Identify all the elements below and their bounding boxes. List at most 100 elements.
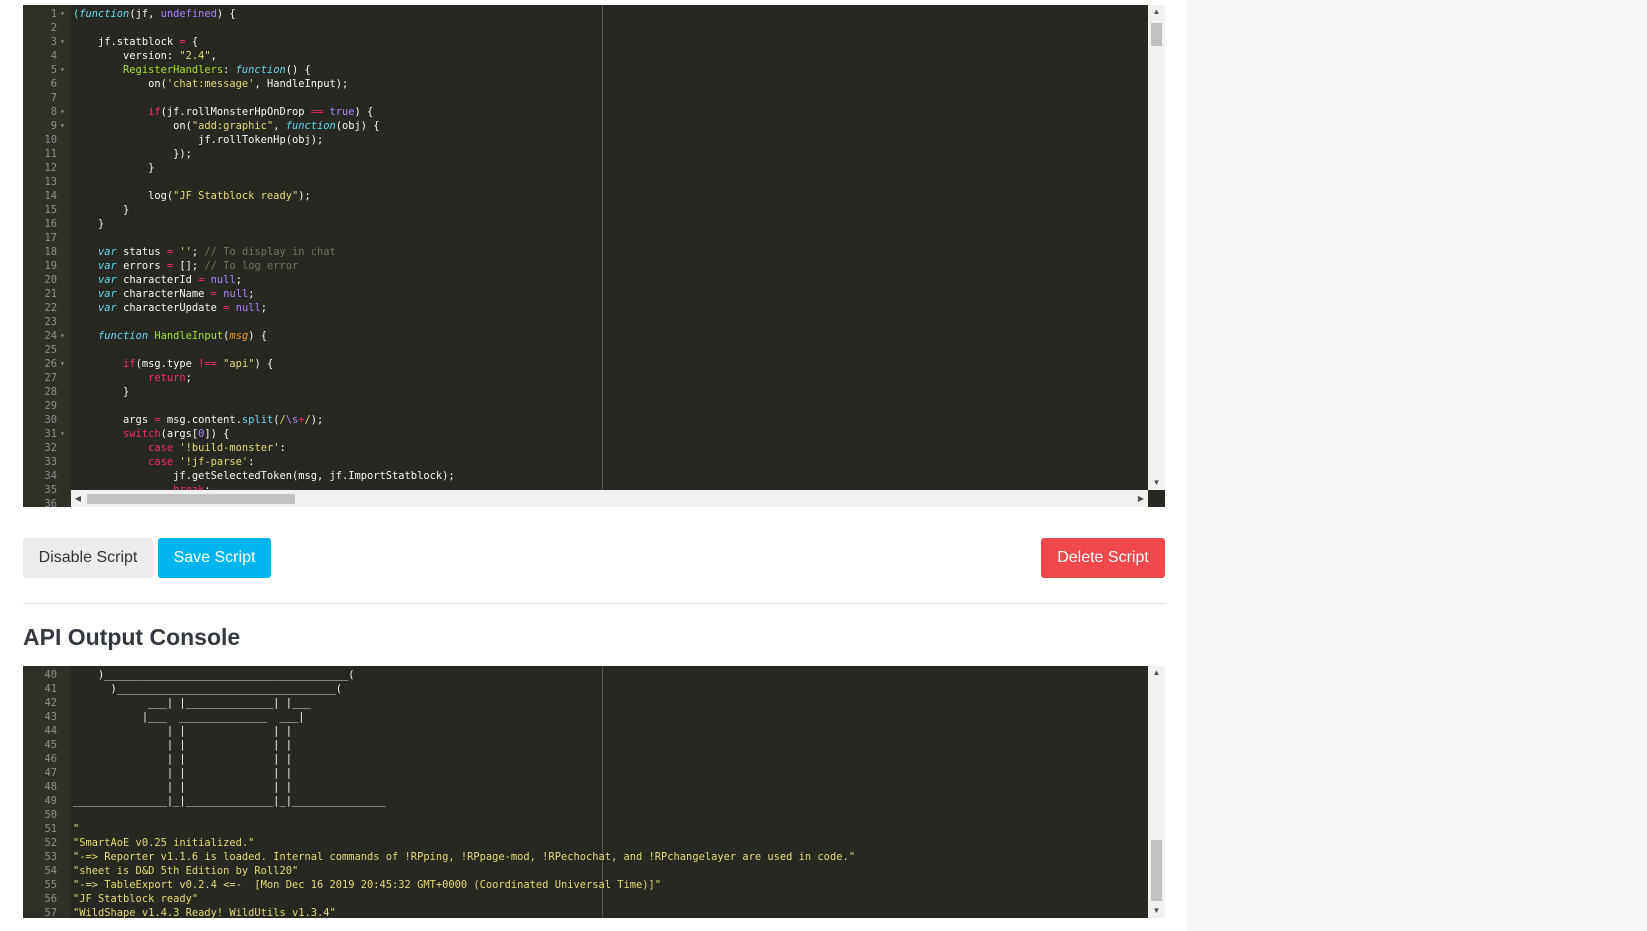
line-number: 22 [44, 302, 57, 314]
line-number: 40 [44, 669, 57, 681]
console-line-text: "-=> Reporter v1.1.6 is loaded. Internal… [73, 851, 855, 863]
scroll-left-arrow-icon[interactable]: ◀ [71, 490, 85, 507]
console-line-text: |___ ______________ ___| [73, 711, 305, 723]
code-line: 17 [23, 231, 1148, 245]
delete-script-button[interactable]: Delete Script [1041, 538, 1165, 578]
code-line: 22 var characterUpdate = null; [23, 301, 1148, 315]
code-line-text: args = msg.content.split(/\s+/); [73, 414, 324, 426]
code-line: 31 ▾ switch(args[0]) { [23, 427, 1148, 441]
line-number: 31 [44, 428, 57, 440]
scroll-down-arrow-icon[interactable]: ▼ [1148, 476, 1165, 490]
code-line-text: version: "2.4", [73, 50, 217, 62]
code-line: 12 } [23, 161, 1148, 175]
line-number: 24 [44, 330, 57, 342]
code-line-text: function HandleInput(msg) { [98, 330, 267, 342]
line-number: 15 [44, 204, 57, 216]
console-scroll-down-arrow-icon[interactable]: ▼ [1148, 904, 1165, 918]
code-line: 8 ▾ if(jf.rollMonsterHpOnDrop == true) { [23, 105, 1148, 119]
scroll-up-arrow-icon[interactable]: ▲ [1148, 5, 1165, 19]
fold-toggle-icon[interactable]: ▾ [60, 119, 69, 133]
code-line-text: } [73, 204, 130, 216]
code-line: 7 [23, 91, 1148, 105]
console-line-text: "-=> TableExport v0.2.4 <=- [Mon Dec 16 … [73, 879, 662, 891]
code-line-text: var characterId = null; [98, 274, 242, 286]
line-number: 12 [44, 162, 57, 174]
line-number: 21 [44, 288, 57, 300]
code-lines[interactable]: 1 ▾ (function(jf, undefined) {2 3 ▾ jf.statb… [23, 7, 1148, 507]
console-line: 50 [23, 808, 1148, 822]
line-number: 36 [44, 498, 57, 507]
line-number: 47 [44, 767, 57, 779]
line-number: 17 [44, 232, 57, 244]
fold-toggle-icon[interactable]: ▾ [60, 427, 69, 441]
code-line: 32 case '!build-monster': [23, 441, 1148, 455]
code-line: 29 [23, 399, 1148, 413]
code-line: 9 ▾ on("add:graphic", function(obj) { [23, 119, 1148, 133]
console-line: 40 )____________________________________… [23, 668, 1148, 682]
line-number: 1 [50, 8, 57, 20]
console-scroll-up-arrow-icon[interactable]: ▲ [1148, 666, 1165, 680]
code-line-text: switch(args[0]) { [123, 428, 230, 440]
code-line-text: var characterName = null; [98, 288, 255, 300]
scroll-right-arrow-icon[interactable]: ▶ [1134, 490, 1148, 507]
line-number: 4 [50, 50, 57, 62]
code-line-text: on("add:graphic", function(obj) { [73, 120, 380, 132]
console-line: 56 "JF Statblock ready" [23, 892, 1148, 906]
code-line-text: (function(jf, undefined) { [73, 8, 236, 20]
code-line: 30 args = msg.content.split(/\s+/); [23, 413, 1148, 427]
scrollbar-thumb[interactable] [1151, 23, 1162, 46]
line-number: 49 [44, 795, 57, 807]
horizontal-scrollbar-thumb[interactable] [87, 494, 295, 504]
code-line: 27 return; [23, 371, 1148, 385]
console-line: 42 ___| |______________| |___ [23, 696, 1148, 710]
console-scrollbar-thumb[interactable] [1151, 840, 1162, 901]
code-line: 6 on('chat:message', HandleInput); [23, 77, 1148, 91]
console-line-text: "sheet is D&D 5th Edition by Roll20" [73, 865, 299, 877]
save-script-button[interactable]: Save Script [158, 538, 271, 578]
console-line: 49 _______________|_|______________|_|___… [23, 794, 1148, 808]
code-line: 25 [23, 343, 1148, 357]
line-number: 53 [44, 851, 57, 863]
line-number: 57 [44, 907, 57, 918]
line-number: 50 [44, 809, 57, 821]
api-output-console[interactable]: 40 )____________________________________… [23, 666, 1165, 918]
line-number: 25 [44, 344, 57, 356]
line-number: 11 [44, 148, 57, 160]
code-line: 19 var errors = []; // To log error [23, 259, 1148, 273]
fold-toggle-icon[interactable]: ▾ [60, 35, 69, 49]
code-line-text: var status = ''; // To display in chat [98, 246, 336, 258]
console-line: 52 "SmartAoE v0.25 initialized." [23, 836, 1148, 850]
line-number: 41 [44, 683, 57, 695]
fold-toggle-icon[interactable]: ▾ [60, 105, 69, 119]
console-line: 54 "sheet is D&D 5th Edition by Roll20" [23, 864, 1148, 878]
code-editor[interactable]: 1 ▾ (function(jf, undefined) {2 3 ▾ jf.statb… [23, 5, 1165, 507]
line-number: 52 [44, 837, 57, 849]
disable-script-button[interactable]: Disable Script [23, 538, 153, 578]
line-number: 18 [44, 246, 57, 258]
fold-toggle-icon[interactable]: ▾ [60, 329, 69, 343]
fold-toggle-icon[interactable]: ▾ [60, 357, 69, 371]
console-line-text: " [73, 823, 80, 835]
line-number: 10 [44, 134, 57, 146]
line-number: 3 [50, 36, 57, 48]
console-line: 43 |___ ______________ ___| [23, 710, 1148, 724]
line-number: 35 [44, 484, 57, 496]
horizontal-scrollbar[interactable]: ◀ ▶ [71, 490, 1148, 507]
line-number: 9 [50, 120, 57, 132]
code-line: 28 } [23, 385, 1148, 399]
fold-toggle-icon[interactable]: ▾ [60, 63, 69, 77]
console-vertical-scrollbar[interactable]: ▲ ▼ [1148, 666, 1165, 918]
vertical-scrollbar[interactable]: ▲ ▼ [1148, 5, 1165, 490]
code-line: 33 case '!jf-parse': [23, 455, 1148, 469]
code-line-text: jf.getSelectedToken(msg, jf.ImportStatbl… [73, 470, 455, 482]
fold-toggle-icon[interactable]: ▾ [60, 7, 69, 21]
line-number: 19 [44, 260, 57, 272]
line-number: 44 [44, 725, 57, 737]
scrollbar-corner [1148, 490, 1165, 507]
script-editor-panel: 1 ▾ (function(jf, undefined) {2 3 ▾ jf.statb… [0, 0, 1187, 931]
console-line-text: | | | | [73, 739, 292, 751]
line-number: 27 [44, 372, 57, 384]
console-line: 48 | | | | [23, 780, 1148, 794]
code-line: 13 [23, 175, 1148, 189]
line-number: 54 [44, 865, 57, 877]
